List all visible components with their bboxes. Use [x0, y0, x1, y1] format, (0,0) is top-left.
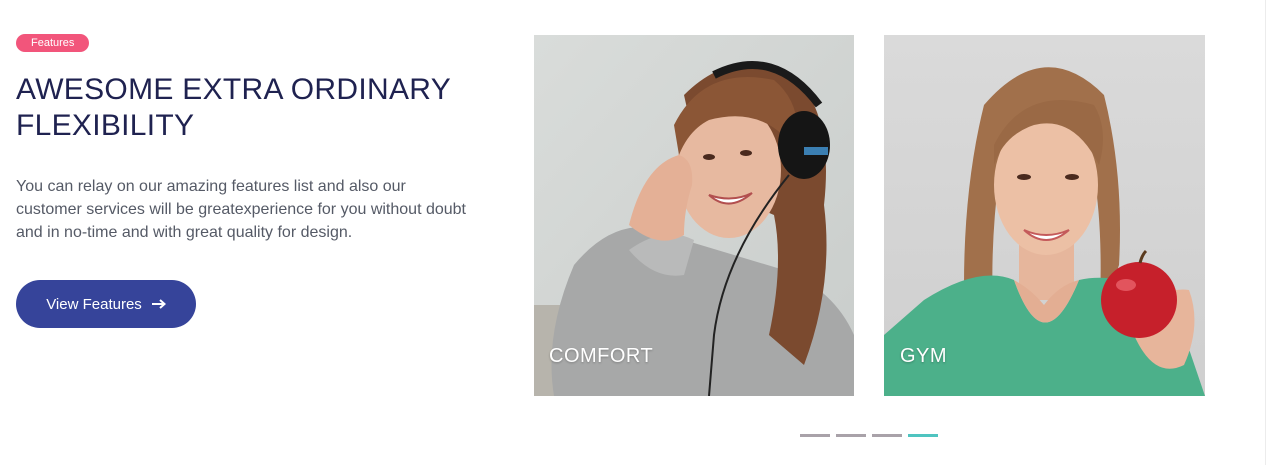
woman-holding-apple-photo — [884, 35, 1205, 396]
feature-card-comfort[interactable]: COMFORT — [534, 35, 854, 396]
features-badge: Features — [16, 34, 90, 52]
carousel-dot-1[interactable] — [800, 434, 830, 437]
card-label-comfort: COMFORT — [549, 345, 654, 367]
woman-with-headphones-photo — [534, 35, 854, 396]
carousel-dot-3[interactable] — [872, 434, 902, 437]
view-features-button[interactable]: View Features — [16, 280, 196, 328]
carousel-dot-2[interactable] — [836, 434, 866, 437]
feature-card-gym[interactable]: GYM — [884, 35, 1205, 396]
carousel-pagination — [800, 434, 938, 437]
carousel-dot-4[interactable] — [908, 434, 938, 437]
section-description: You can relay on our amazing features li… — [16, 178, 466, 241]
view-features-label: View Features — [46, 295, 142, 313]
card-label-gym: GYM — [900, 345, 948, 367]
section-title: AWESOME EXTRA ORDINARY FLEXIBILITY — [16, 73, 451, 142]
arrow-right-icon — [151, 299, 166, 309]
